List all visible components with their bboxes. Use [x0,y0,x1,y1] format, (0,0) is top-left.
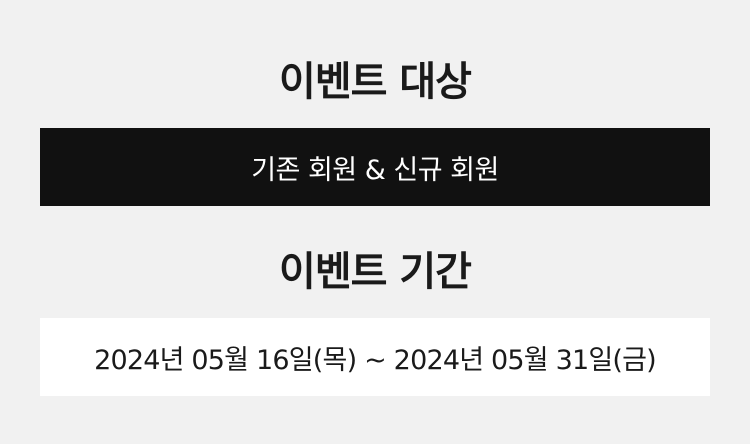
event-period-title: 이벤트 기간 [279,249,472,295]
event-target-title: 이벤트 대상 [279,59,472,105]
event-target-value: 기존 회원 & 신규 회원 [251,154,499,186]
event-target-box: 기존 회원 & 신규 회원 [40,128,710,206]
event-period-box: 2024년 05월 16일(목) ~ 2024년 05월 31일(금) [40,318,710,396]
event-period-value: 2024년 05월 16일(목) ~ 2024년 05월 31일(금) [94,344,657,376]
